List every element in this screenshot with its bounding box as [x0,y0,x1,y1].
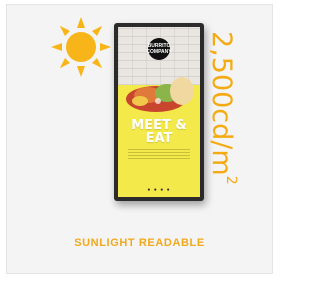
display-screen: BURRITO COMPANY MEET & EAT ● ● ● ● [118,27,200,197]
brightness-text: 2,500cd/m2 [201,31,251,185]
digital-signage-display: BURRITO COMPANY MEET & EAT ● ● ● ● [114,23,204,201]
screen-headline: MEET & EAT [118,119,200,145]
brightness-label: 2,500cd/m2 [206,31,251,211]
headline-line-2: EAT [145,131,173,146]
logo-text-2: COMPANY [146,49,172,55]
screen-footer-dots: ● ● ● ● [147,187,171,193]
fine-print-lines [128,149,190,159]
brightness-value: 2,500cd/m [206,31,237,176]
sun-icon [51,17,111,77]
feature-card: BURRITO COMPANY MEET & EAT ● ● ● ● 2,500… [6,4,273,274]
brightness-superscript: 2 [223,175,239,185]
food-image [126,77,194,112]
feature-caption: SUNLIGHT READABLE [74,237,205,249]
brand-logo: BURRITO COMPANY [146,38,172,60]
